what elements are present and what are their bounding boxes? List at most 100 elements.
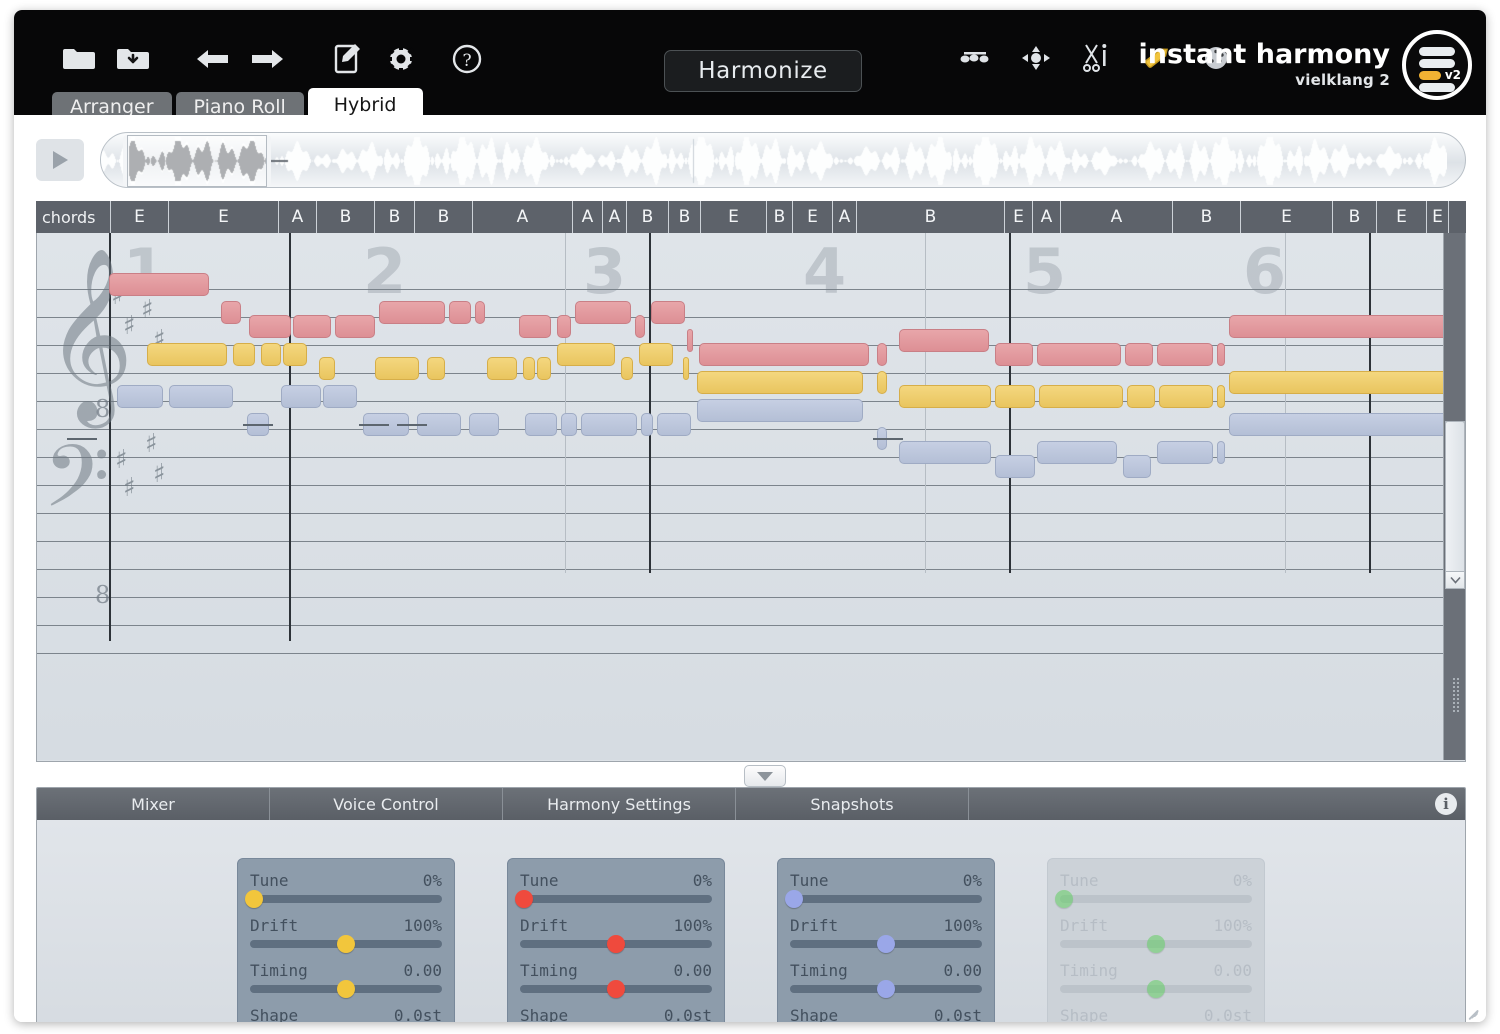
note-block[interactable] — [651, 301, 685, 324]
chord-segment[interactable]: E — [1004, 201, 1032, 233]
edit-note-icon[interactable] — [320, 32, 374, 86]
arrow-left-icon[interactable] — [186, 32, 240, 86]
arrow-right-icon[interactable] — [240, 32, 294, 86]
chord-segment[interactable]: B — [414, 201, 472, 233]
note-block[interactable] — [557, 315, 571, 338]
note-block[interactable] — [261, 343, 281, 366]
move-icon[interactable] — [1019, 38, 1053, 78]
note-block[interactable] — [487, 357, 517, 380]
note-block[interactable] — [561, 413, 577, 436]
chord-segment[interactable]: A — [1060, 201, 1172, 233]
note-block[interactable] — [249, 315, 291, 338]
chord-segment[interactable]: E — [168, 201, 278, 233]
collapse-panel-button[interactable] — [744, 765, 786, 787]
note-block[interactable] — [635, 315, 645, 338]
note-block[interactable] — [147, 343, 227, 366]
note-block[interactable] — [575, 301, 631, 324]
note-block[interactable] — [469, 413, 499, 436]
note-block[interactable] — [323, 385, 357, 408]
note-block[interactable] — [687, 329, 693, 352]
slider-handle[interactable] — [337, 935, 355, 953]
note-block[interactable] — [233, 343, 255, 366]
bottom-tab-harmony-settings[interactable]: Harmony Settings — [503, 788, 736, 820]
note-block[interactable] — [319, 357, 335, 380]
slider-handle[interactable] — [1147, 935, 1165, 953]
voice-panel-3[interactable]: Tune0%Drift100%Timing0.00Shape0.0st — [777, 858, 995, 1023]
chord-segment[interactable]: B — [1332, 201, 1376, 233]
slider-track[interactable] — [250, 895, 442, 903]
slider-handle[interactable] — [607, 935, 625, 953]
info-icon[interactable]: i — [1435, 793, 1457, 815]
note-block[interactable] — [1217, 385, 1225, 408]
waveform-overview[interactable] — [100, 132, 1466, 188]
chord-segment[interactable]: A — [1032, 201, 1060, 233]
chord-segment[interactable]: A — [472, 201, 572, 233]
chord-segment[interactable]: B — [316, 201, 374, 233]
note-block[interactable] — [639, 343, 673, 366]
slider-handle[interactable] — [245, 890, 263, 908]
save-folder-icon[interactable] — [106, 32, 160, 86]
note-block[interactable] — [1037, 343, 1121, 366]
note-block[interactable] — [621, 357, 633, 380]
note-block[interactable] — [557, 343, 615, 366]
scroll-down-arrow[interactable] — [1445, 571, 1465, 589]
note-block[interactable] — [1217, 343, 1225, 366]
chord-segment[interactable]: E — [110, 201, 168, 233]
note-block[interactable] — [657, 413, 691, 436]
slider-track[interactable] — [1060, 895, 1252, 903]
slider-track[interactable] — [790, 895, 982, 903]
note-block[interactable] — [449, 301, 471, 324]
note-block[interactable] — [697, 371, 863, 394]
slider-handle[interactable] — [877, 980, 895, 998]
note-block[interactable] — [683, 357, 689, 380]
note-block[interactable] — [169, 385, 233, 408]
slider-handle[interactable] — [607, 980, 625, 998]
note-block[interactable] — [1229, 315, 1443, 338]
note-block[interactable] — [475, 301, 485, 324]
chord-segment[interactable]: B — [856, 201, 1004, 233]
note-block[interactable] — [523, 357, 535, 380]
chord-segment[interactable]: A — [278, 201, 316, 233]
note-block[interactable] — [1229, 371, 1443, 394]
note-block[interactable] — [283, 343, 307, 366]
bottom-tab-voice-control[interactable]: Voice Control — [270, 788, 503, 820]
scrollbar-thumb[interactable] — [1445, 421, 1465, 589]
note-block[interactable] — [1159, 385, 1213, 408]
chord-segment[interactable]: B — [374, 201, 414, 233]
note-block[interactable] — [427, 357, 445, 380]
note-block[interactable] — [1039, 385, 1123, 408]
note-block[interactable] — [1127, 385, 1155, 408]
note-block[interactable] — [995, 385, 1035, 408]
bottom-tab-mixer[interactable]: Mixer — [37, 788, 270, 820]
note-block[interactable] — [641, 413, 653, 436]
slider-handle[interactable] — [877, 935, 895, 953]
slider-track[interactable] — [790, 940, 982, 948]
voice-panel-2[interactable]: Tune0%Drift100%Timing0.00Shape0.0st — [507, 858, 725, 1023]
chord-segment[interactable]: A — [832, 201, 856, 233]
chord-segment[interactable]: A — [602, 201, 626, 233]
note-block[interactable] — [995, 455, 1035, 478]
bottom-tab-snapshots[interactable]: Snapshots — [736, 788, 969, 820]
slider-track[interactable] — [1060, 985, 1252, 993]
note-block[interactable] — [899, 329, 989, 352]
open-folder-icon[interactable] — [52, 32, 106, 86]
slider-handle[interactable] — [1147, 980, 1165, 998]
chord-segment[interactable]: B — [1448, 201, 1466, 233]
note-block[interactable] — [1037, 441, 1117, 464]
note-block[interactable] — [1123, 455, 1151, 478]
slider-track[interactable] — [250, 985, 442, 993]
chord-segment[interactable]: B — [626, 201, 668, 233]
slider-handle[interactable] — [337, 980, 355, 998]
vertical-scrollbar[interactable] — [1443, 233, 1465, 760]
slider-track[interactable] — [1060, 940, 1252, 948]
slider-track[interactable] — [790, 985, 982, 993]
note-block[interactable] — [877, 371, 887, 394]
chord-segment[interactable]: E — [1240, 201, 1332, 233]
note-block[interactable] — [899, 385, 991, 408]
chord-segment[interactable]: B — [766, 201, 792, 233]
note-block[interactable] — [109, 273, 209, 296]
note-block[interactable] — [293, 315, 331, 338]
chord-segment[interactable]: B — [1172, 201, 1240, 233]
harmonize-button[interactable]: Harmonize — [664, 50, 862, 92]
gear-icon[interactable] — [374, 32, 428, 86]
